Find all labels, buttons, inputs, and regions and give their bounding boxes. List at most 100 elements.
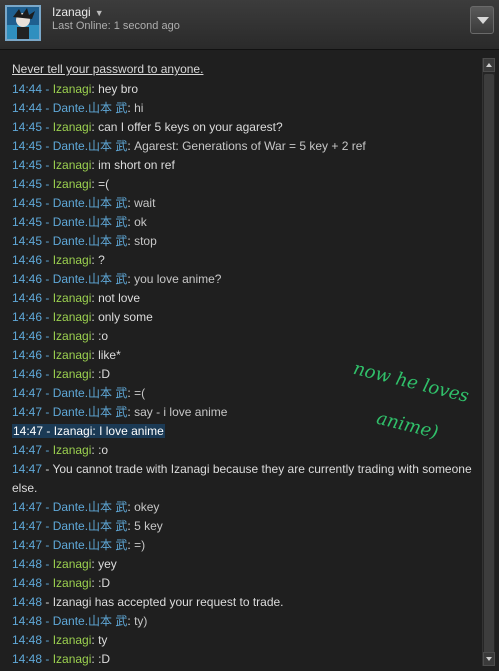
scroll-thumb[interactable] — [484, 74, 494, 664]
message-text: say - i love anime — [134, 405, 228, 419]
system-message-text: Izanagi has accepted your request to tra… — [52, 595, 284, 609]
chat-log[interactable]: Never tell your password to anyone. 14:4… — [0, 50, 482, 671]
time-separator: - — [42, 595, 53, 609]
chat-message: 14:48 - Izanagi: :D — [12, 650, 472, 669]
message-content: 14:47 - Dante.山本 武: okey — [12, 500, 159, 514]
time-separator: - — [42, 272, 53, 286]
message-time: 14:48 — [12, 576, 43, 590]
message-sender[interactable]: Izanagi — [53, 253, 92, 267]
message-sender[interactable]: Dante.山本 武 — [53, 405, 128, 419]
message-time: 14:46 — [12, 253, 43, 267]
chevron-down-icon[interactable]: ▼ — [95, 8, 104, 18]
time-separator: - — [42, 652, 53, 666]
time-separator: - — [42, 329, 53, 343]
message-content: 14:45 - Dante.山本 武: ok — [12, 215, 147, 229]
message-content: 14:46 - Izanagi: like* — [12, 348, 121, 362]
message-text: Agarest: Generations of War = 5 key + 2 … — [134, 139, 366, 153]
message-content: 14:46 - Izanagi: ? — [12, 253, 105, 267]
message-content: 14:48 - Izanagi has accepted your reques… — [12, 595, 284, 609]
message-time: 14:47 — [12, 500, 43, 514]
message-text: ty — [98, 633, 108, 647]
message-sender[interactable]: Izanagi — [53, 443, 92, 457]
message-sender[interactable]: Izanagi — [53, 633, 92, 647]
message-content: 14:46 - Izanagi: :D — [12, 367, 110, 381]
message-text: :o — [98, 443, 109, 457]
chat-message: 14:46 - Izanagi: like* — [12, 346, 472, 365]
message-text: =) — [134, 538, 146, 552]
message-sender[interactable]: Dante.山本 武 — [53, 139, 128, 153]
friend-name[interactable]: Izanagi ▼ — [52, 5, 104, 19]
message-text: can I offer 5 keys on your agarest? — [98, 120, 283, 134]
time-separator: - — [42, 234, 53, 248]
message-sender[interactable]: Izanagi — [53, 82, 92, 96]
message-sender[interactable]: Izanagi — [53, 158, 92, 172]
message-time: 14:44 — [12, 82, 43, 96]
message-sender[interactable]: Dante.山本 武 — [53, 538, 128, 552]
message-time: 14:47 — [12, 443, 43, 457]
message-sender[interactable]: Izanagi — [53, 120, 92, 134]
chat-scrollbar[interactable] — [482, 58, 495, 666]
message-sender[interactable]: Dante.山本 武 — [53, 519, 128, 533]
message-text: like* — [98, 348, 121, 362]
chat-message: 14:47 - Dante.山本 武: =) — [12, 536, 472, 555]
message-sender[interactable]: Izanagi — [53, 576, 92, 590]
time-separator: - — [42, 633, 53, 647]
message-text: stop — [134, 234, 157, 248]
message-sender[interactable]: Izanagi — [53, 177, 92, 191]
message-content: 14:45 - Dante.山本 武: Agarest: Generations… — [12, 139, 366, 153]
message-time: 14:45 — [12, 177, 43, 191]
message-sender[interactable]: Dante.山本 武 — [53, 196, 128, 210]
message-text: im short on ref — [98, 158, 175, 172]
chat-message: 14:47 - Dante.山本 武: okey — [12, 498, 472, 517]
message-sender[interactable]: Dante.山本 武 — [53, 234, 128, 248]
time-separator: - — [42, 405, 53, 419]
message-content: 14:46 - Izanagi: only some — [12, 310, 153, 324]
message-sender[interactable]: Izanagi — [53, 367, 92, 381]
message-time: 14:46 — [12, 367, 43, 381]
time-separator: - — [42, 120, 53, 134]
message-content: 14:45 - Izanagi: =( — [12, 177, 109, 191]
time-separator: - — [42, 82, 53, 96]
message-sender[interactable]: Dante.山本 武 — [53, 386, 128, 400]
chat-message: 14:45 - Izanagi: im short on ref — [12, 156, 472, 175]
message-sender[interactable]: Dante.山本 武 — [53, 500, 128, 514]
message-time: 14:44 — [12, 101, 43, 115]
time-separator: - — [42, 215, 53, 229]
scroll-down-button[interactable] — [483, 652, 495, 666]
scroll-up-button[interactable] — [483, 58, 495, 72]
friend-status: Last Online: 1 second ago — [52, 20, 180, 32]
message-text: :D — [98, 367, 111, 381]
chat-message: 14:44 - Izanagi: hey bro — [12, 80, 472, 99]
message-sender[interactable]: Izanagi — [54, 424, 93, 438]
user-avatar[interactable] — [5, 5, 41, 41]
chat-message: 14:47 - Dante.山本 武: 5 key — [12, 517, 472, 536]
message-sender[interactable]: Izanagi — [53, 291, 92, 305]
message-sender[interactable]: Dante.山本 武 — [53, 272, 128, 286]
chat-message: 14:46 - Izanagi: not love — [12, 289, 472, 308]
time-separator: - — [42, 538, 53, 552]
message-time: 14:45 — [12, 215, 43, 229]
message-sender[interactable]: Izanagi — [53, 557, 92, 571]
message-content: 14:46 - Izanagi: not love — [12, 291, 140, 305]
message-time: 14:47 — [13, 424, 44, 438]
message-sender[interactable]: Dante.山本 武 — [53, 614, 128, 628]
message-content: 14:46 - Izanagi: :o — [12, 329, 108, 343]
chat-menu-button[interactable] — [470, 6, 494, 34]
message-sender[interactable]: Izanagi — [53, 329, 92, 343]
message-sender[interactable]: Dante.山本 武 — [53, 101, 128, 115]
message-content: 14:47 - Dante.山本 武: =( — [12, 386, 145, 400]
message-sender[interactable]: Izanagi — [53, 310, 92, 324]
message-time: 14:45 — [12, 234, 43, 248]
message-sender[interactable]: Dante.山本 武 — [53, 215, 128, 229]
message-sender[interactable]: Izanagi — [53, 652, 92, 666]
message-text: =( — [134, 386, 146, 400]
message-content: 14:48 - Dante.山本 武: ty) — [12, 614, 147, 628]
time-separator: - — [42, 139, 53, 153]
chat-message: 14:45 - Dante.山本 武: wait — [12, 194, 472, 213]
chat-message: 14:45 - Dante.山本 武: ok — [12, 213, 472, 232]
time-separator: - — [43, 424, 54, 438]
message-content: 14:48 - Izanagi: :D — [12, 576, 110, 590]
system-message-text: You cannot trade with Izanagi because th… — [12, 462, 472, 495]
message-content: 14:47 - Dante.山本 武: say - i love anime — [12, 405, 227, 419]
message-sender[interactable]: Izanagi — [53, 348, 92, 362]
